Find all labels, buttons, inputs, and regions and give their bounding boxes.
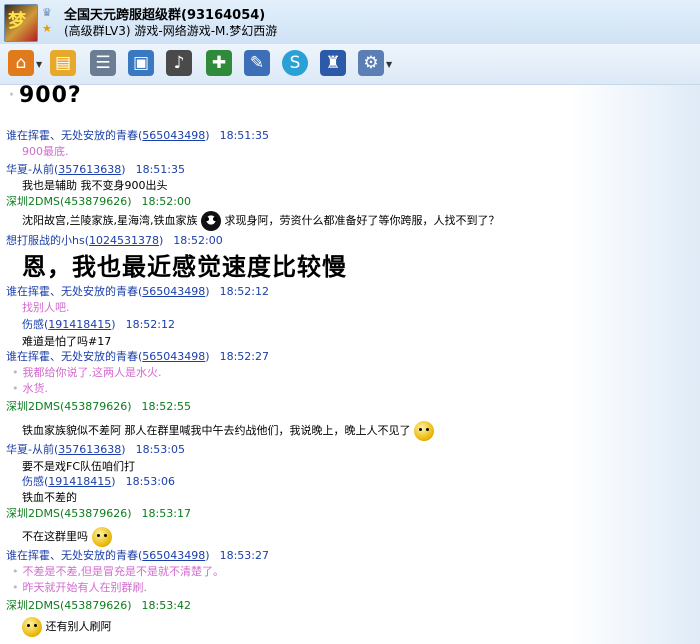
- message-text: 900最底.: [22, 145, 69, 158]
- window-titlebar: 梦 ♛ ★ 全国天元跨服超级群(93164054) (高级群LV3) 游戏-网络…: [0, 0, 700, 45]
- message-header: 伤感(191418415) 18:52:12: [22, 318, 175, 331]
- group-avatar[interactable]: 梦: [4, 4, 38, 42]
- chevron-down-icon[interactable]: ▼: [386, 60, 392, 69]
- qq-link[interactable]: 191418415: [48, 475, 111, 488]
- qq-link[interactable]: 357613638: [58, 443, 121, 456]
- group-title: 全国天元跨服超级群(93164054): [64, 8, 266, 23]
- message-text: 铁血家族貌似不差阿 那人在群里喊我中午去约战他们，我说晚上，晚上人不见了: [22, 421, 434, 441]
- message-header: 谁在挥霍、无处安放的青春(565043498) 18:53:27: [6, 549, 269, 562]
- message-header: 华夏-从前(357613638) 18:53:05: [6, 443, 185, 456]
- message-text: 要不是戏FC队伍咱们打: [22, 460, 136, 473]
- star-icon: ★: [42, 22, 52, 35]
- qq-link[interactable]: 565043498: [142, 285, 205, 298]
- thinking-emoji-icon: [22, 617, 42, 637]
- folder-icon[interactable]: ▤: [50, 50, 76, 76]
- gear-icon[interactable]: ⚙: [358, 50, 384, 76]
- message-text: 沈阳故宫,兰陵家族,星海湾,铁血家族 求现身阿，劳资什么都准备好了等你跨服，人找…: [22, 211, 500, 231]
- download-icon[interactable]: ✚: [206, 50, 232, 76]
- qq-link[interactable]: 191418415: [48, 318, 111, 331]
- message-text: • 昨天就开始有人在别群刷.: [12, 581, 147, 594]
- home-icon[interactable]: ⌂: [8, 50, 34, 76]
- settings-icon[interactable]: ♜: [320, 50, 346, 76]
- message-text: 还有别人刷阿: [22, 617, 112, 637]
- chat-background-fade: [570, 85, 700, 644]
- message-header: 深圳2DMS(453879626) 18:52:00: [6, 195, 191, 208]
- message-text: 我也是辅助 我不变身900出头: [22, 179, 168, 192]
- qq-link[interactable]: 565043498: [142, 350, 205, 363]
- message-text: • 我都给你说了.这两人是水火.: [12, 366, 162, 379]
- qq-link[interactable]: 357613638: [58, 163, 121, 176]
- message-header: 深圳2DMS(453879626) 18:52:55: [6, 400, 191, 413]
- message-header: 深圳2DMS(453879626) 18:53:42: [6, 599, 191, 612]
- sogou-icon[interactable]: S: [282, 50, 308, 76]
- message-header: 想打服战的小hs(1024531378) 18:52:00: [6, 234, 223, 247]
- message-text: 难道是怕了吗#17: [22, 335, 112, 348]
- level-icon: ♛: [42, 6, 52, 19]
- message-header: 谁在挥霍、无处安放的青春(565043498) 18:51:35: [6, 129, 269, 142]
- message-text: 不在这群里吗: [22, 527, 112, 547]
- message-text: 铁血不差的: [22, 491, 77, 504]
- message-text: • 水货.: [12, 382, 48, 395]
- qq-link[interactable]: 565043498: [142, 549, 205, 562]
- tools-icon[interactable]: ✎: [244, 50, 270, 76]
- message-header: 谁在挥霍、无处安放的青春(565043498) 18:52:12: [6, 285, 269, 298]
- message-text: • 不差是不差,但是冒充是不是就不清楚了。: [12, 565, 224, 578]
- message-header: 谁在挥霍、无处安放的青春(565043498) 18:52:27: [6, 350, 269, 363]
- message-header: 华夏-从前(357613638) 18:51:35: [6, 163, 185, 176]
- chat-toolbar: ⌂ ▼ ▤ ☰ ▣ ♪ ✚ ✎ S ♜ ⚙ ▼: [0, 44, 700, 85]
- chevron-down-icon[interactable]: ▼: [36, 60, 42, 69]
- window-icon[interactable]: ▣: [128, 50, 154, 76]
- music-icon[interactable]: ♪: [166, 50, 192, 76]
- group-subtitle: (高级群LV3) 游戏-网络游戏-M.梦幻西游: [64, 24, 278, 38]
- qq-link[interactable]: 565043498: [142, 129, 205, 142]
- message-header: 深圳2DMS(453879626) 18:53:17: [6, 507, 191, 520]
- chat-history[interactable]: · 900? 谁在挥霍、无处安放的青春(565043498) 18:51:35 90…: [0, 85, 700, 644]
- message-big: · 900?: [8, 85, 82, 108]
- qq-link[interactable]: 1024531378: [89, 234, 159, 247]
- contacts-icon[interactable]: ☰: [90, 50, 116, 76]
- owl-emoji-icon: [201, 211, 221, 231]
- thinking-emoji-icon: [414, 421, 434, 441]
- message-header: 伤感(191418415) 18:53:06: [22, 475, 175, 488]
- message-text: 找别人吧.: [22, 301, 70, 314]
- message-big: 恩，我也最近感觉速度比较慢: [22, 253, 347, 281]
- thinking-emoji-icon: [91, 527, 112, 547]
